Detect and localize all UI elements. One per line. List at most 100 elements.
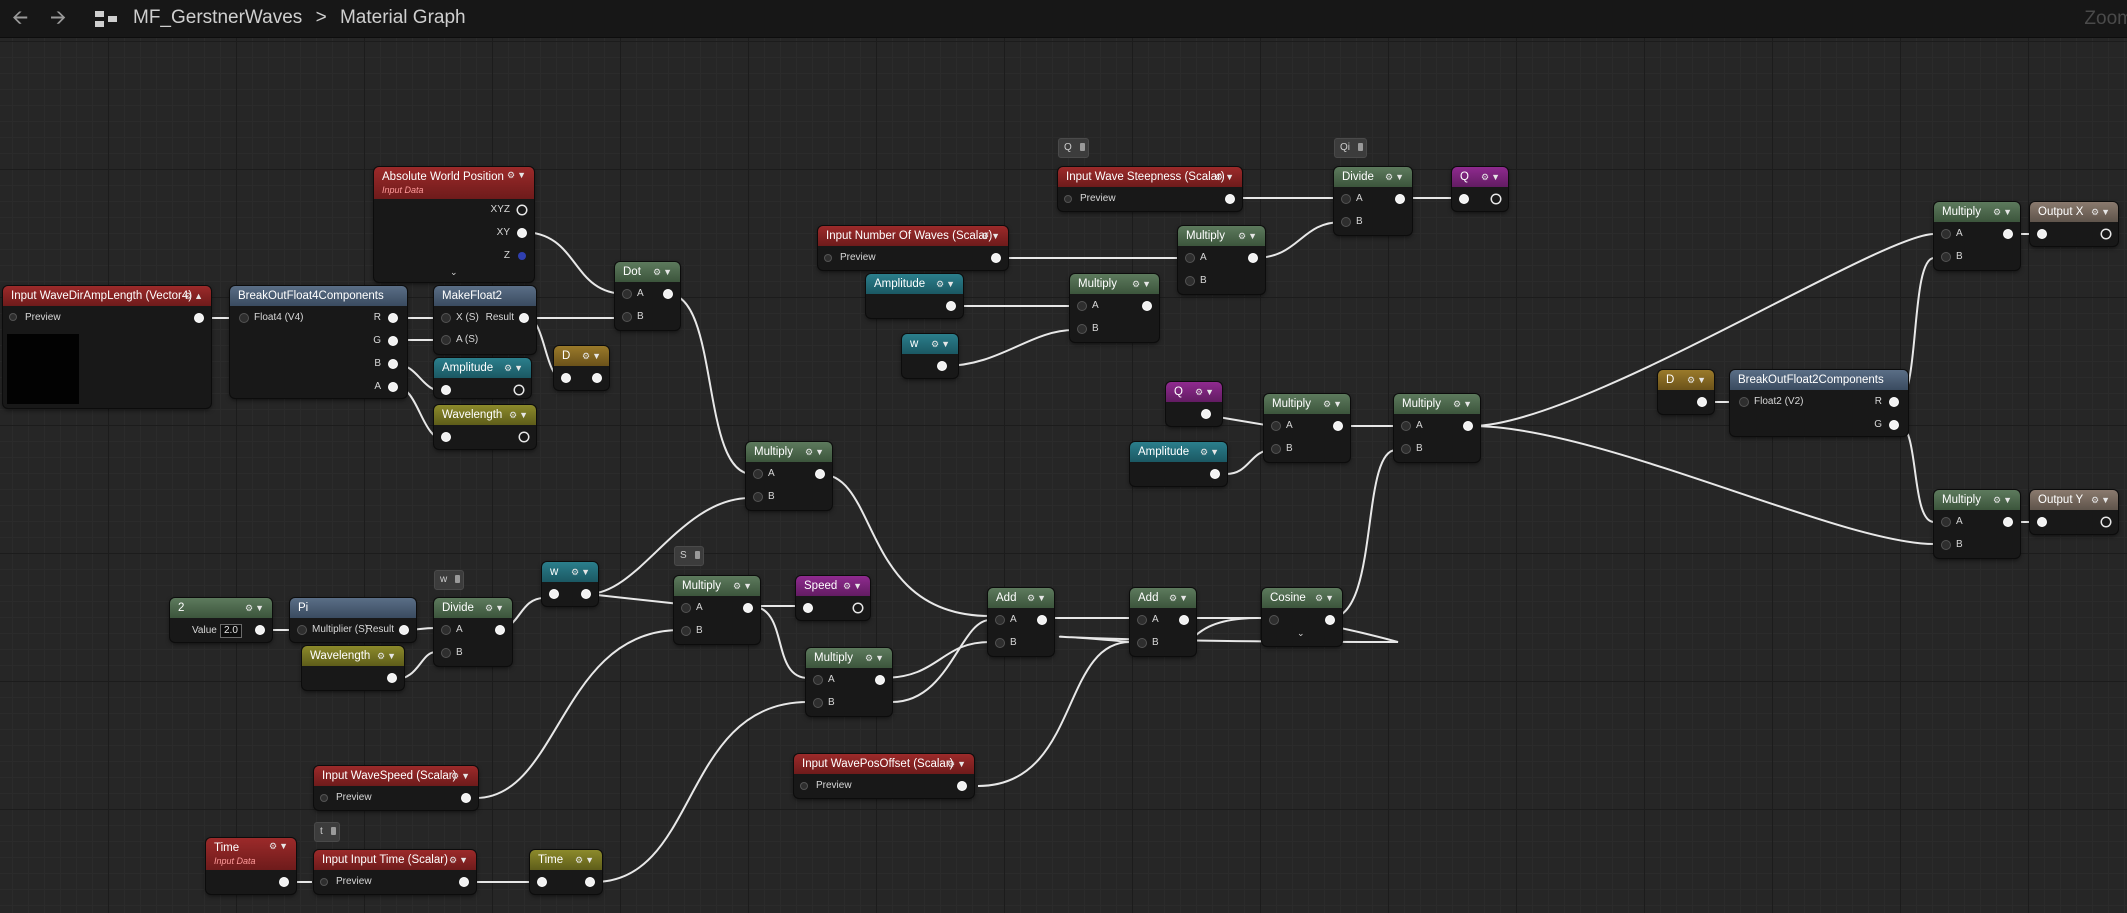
node-multiply[interactable]: Multiply ⚙▼ A B [1070, 274, 1159, 342]
input-pin[interactable] [996, 616, 1004, 624]
input-pin[interactable] [1078, 325, 1086, 333]
node-controls-icon[interactable]: ⚙▼ [2091, 490, 2112, 510]
node-controls-icon[interactable]: ⚙▼ [1453, 394, 1474, 414]
node-controls-icon[interactable]: ⚙▼ [843, 576, 864, 596]
node-controls-icon[interactable]: ⚙▼ [733, 576, 754, 596]
node-controls-icon[interactable]: ⚙▼ [1687, 370, 1708, 390]
output-pin[interactable] [586, 878, 594, 886]
node-wavelength[interactable]: Wavelength ⚙▼ [302, 646, 404, 690]
node-controls-icon[interactable]: ⚙▼ [805, 442, 826, 462]
output-pin[interactable] [462, 794, 470, 802]
node-add[interactable]: Add ⚙▼ A B [1130, 588, 1196, 656]
node-input-number-of-waves[interactable]: Input Number Of Waves (Scalar) ⚙▼ Preview [818, 226, 1008, 270]
output-pin[interactable] [389, 360, 397, 368]
node-divide[interactable]: Divide ⚙▼ A B [1334, 167, 1412, 235]
output-pin[interactable] [947, 302, 955, 310]
output-pin[interactable] [195, 314, 203, 322]
output-pin[interactable] [1492, 195, 1500, 203]
node-q[interactable]: Q ⚙▼ [1452, 167, 1508, 211]
output-pin[interactable] [515, 386, 523, 394]
output-pin[interactable] [520, 314, 528, 322]
output-pin[interactable] [1698, 398, 1706, 406]
output-pin[interactable] [992, 254, 1000, 262]
node-w[interactable]: w ⚙▼ [542, 562, 598, 606]
input-pin[interactable] [1342, 218, 1350, 226]
node-controls-icon[interactable]: ⚙▼ [1993, 490, 2014, 510]
input-pin[interactable] [1270, 616, 1278, 624]
input-pin[interactable] [1942, 230, 1950, 238]
node-controls-icon[interactable]: ⚙▼ [485, 598, 506, 618]
input-pin[interactable] [1402, 422, 1410, 430]
preview-pin[interactable] [321, 795, 327, 801]
input-pin[interactable] [814, 676, 822, 684]
input-pin[interactable] [442, 336, 450, 344]
node-input-wave-dir-amp-length[interactable]: Input WaveDirAmpLength (Vector4) ⚙▲ Previ… [3, 286, 211, 408]
output-pin[interactable] [1249, 254, 1257, 262]
output-pin[interactable] [1890, 398, 1898, 406]
value-field[interactable]: 2.0 [220, 624, 242, 638]
node-divide[interactable]: Divide ⚙▼ A B [434, 598, 512, 666]
expand-icon[interactable]: ⌄ [450, 267, 458, 278]
input-pin[interactable] [1740, 398, 1748, 406]
output-pin[interactable] [518, 229, 526, 237]
input-pin[interactable] [682, 604, 690, 612]
output-pin[interactable] [442, 433, 450, 441]
breadcrumb-graph[interactable]: Material Graph [340, 7, 466, 28]
node-wavelength[interactable]: Wavelength ⚙▼ [434, 405, 536, 449]
named-reroute-s[interactable]: S [674, 546, 704, 566]
node-pi[interactable]: Pi Multiplier (S) Result [290, 598, 416, 642]
output-pin[interactable] [538, 878, 546, 886]
preview-pin[interactable] [321, 879, 327, 885]
node-controls-icon[interactable]: ⚙▼ [507, 167, 528, 183]
node-controls-icon[interactable]: ⚙▼ [1195, 382, 1216, 402]
output-pin[interactable] [388, 674, 396, 682]
node-controls-icon[interactable]: ⚙▼ [451, 766, 472, 786]
output-pin[interactable] [460, 878, 468, 886]
expand-icon[interactable]: ⌄ [1297, 628, 1305, 639]
node-input-wave-steepness[interactable]: Input Wave Steepness (Scalar) ⚙▼ Preview [1058, 167, 1242, 211]
named-reroute-q[interactable]: Q [1058, 138, 1089, 158]
input-pin[interactable] [1186, 254, 1194, 262]
node-input-wave-pos-offset[interactable]: Input WavePosOffset (Scalar) ⚙▼ Preview [794, 754, 974, 798]
node-controls-icon[interactable]: ⚙▼ [245, 598, 266, 618]
node-controls-icon[interactable]: ⚙▼ [449, 850, 470, 870]
node-multiply[interactable]: Multiply ⚙▼ A B [1264, 394, 1350, 462]
node-add[interactable]: Add ⚙▼ A B [988, 588, 1054, 656]
arrow-right-icon[interactable]: 🡪 [50, 8, 66, 28]
output-pin[interactable] [593, 374, 601, 382]
node-amplitude[interactable]: Amplitude ⚙▼ [1130, 442, 1227, 486]
node-dot[interactable]: Dot ⚙▼ A B [615, 262, 680, 330]
node-controls-icon[interactable]: ⚙▼ [981, 226, 1002, 246]
input-pin[interactable] [1272, 445, 1280, 453]
input-pin[interactable] [1138, 616, 1146, 624]
node-w[interactable]: w ⚙▼ [902, 334, 958, 378]
node-output-y[interactable]: Output Y ⚙▼ [2030, 490, 2118, 534]
node-input-time[interactable]: Input Input Time (Scalar) ⚙▼ Preview [314, 850, 476, 894]
input-pin[interactable] [1078, 302, 1086, 310]
input-pin[interactable] [754, 470, 762, 478]
input-pin[interactable] [240, 314, 248, 322]
node-controls-icon[interactable]: ⚙▼ [1993, 202, 2014, 222]
node-controls-icon[interactable]: ⚙▼ [1132, 274, 1153, 294]
node-controls-icon[interactable]: ⚙▼ [504, 358, 525, 378]
output-pin[interactable] [744, 604, 752, 612]
node-amplitude[interactable]: Amplitude ⚙▼ [434, 358, 531, 398]
node-controls-icon[interactable]: ⚙▼ [377, 646, 398, 666]
arrow-left-icon[interactable]: 🡨 [12, 8, 28, 28]
input-pin[interactable] [1402, 445, 1410, 453]
output-pin[interactable] [876, 676, 884, 684]
node-multiply[interactable]: Multiply ⚙▼ A B [1178, 226, 1265, 294]
output-pin[interactable] [442, 386, 450, 394]
output-pin[interactable] [664, 290, 672, 298]
node-cosine[interactable]: Cosine ⚙▼ ⌄ [1262, 588, 1342, 646]
breadcrumb-asset[interactable]: MF_GerstnerWaves [133, 7, 302, 28]
output-pin[interactable] [1038, 616, 1046, 624]
node-controls-icon[interactable]: ⚙▼ [575, 850, 596, 870]
node-controls-icon[interactable]: ⚙▼ [1238, 226, 1259, 246]
node-time[interactable]: Time Input Data ⚙▼ [206, 838, 296, 894]
output-pin[interactable] [389, 337, 397, 345]
output-pin[interactable] [804, 604, 812, 612]
preview-pin[interactable] [10, 314, 16, 320]
node-controls-icon[interactable]: ⚙▼ [1315, 588, 1336, 608]
node-multiply[interactable]: Multiply ⚙▼ A B [674, 576, 760, 644]
